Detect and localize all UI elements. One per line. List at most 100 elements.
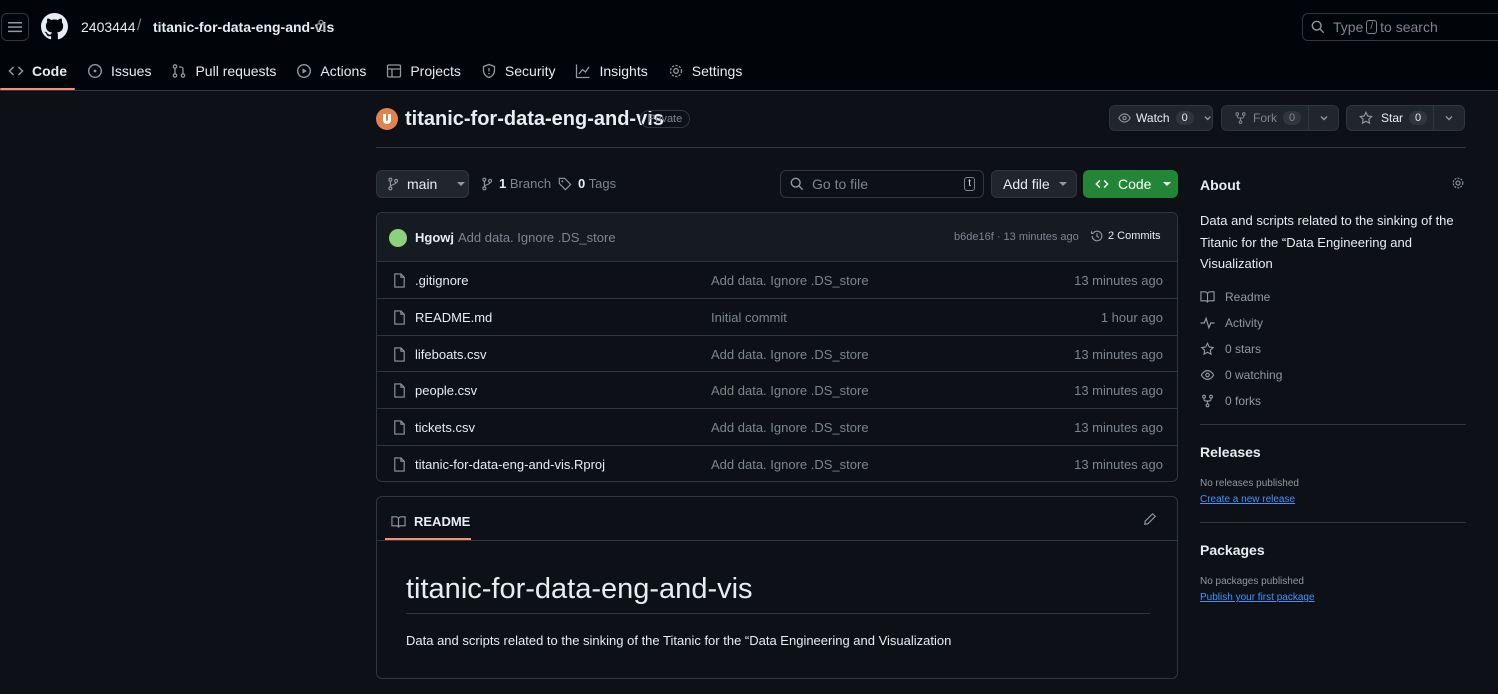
breadcrumb-repo[interactable]: titanic-for-data-eng-and-vis <box>153 19 334 35</box>
global-search[interactable]: Type / to search <box>1302 13 1498 41</box>
file-icon <box>394 457 405 472</box>
releases-heading[interactable]: Releases <box>1200 444 1261 460</box>
star-dropdown-button[interactable] <box>1433 105 1465 131</box>
breadcrumb-owner[interactable]: 2403444 <box>81 19 136 35</box>
repo-tabs: Code Issues Pull requests Actions Projec… <box>0 56 754 91</box>
issue-icon <box>87 63 103 79</box>
github-logo-icon[interactable] <box>41 13 68 40</box>
fork-button[interactable]: Fork 0 <box>1221 105 1309 131</box>
table-row[interactable]: titanic-for-data-eng-and-vis.Rproj Add d… <box>377 446 1177 481</box>
readme-tab[interactable]: README <box>385 505 471 540</box>
table-row[interactable]: lifeboats.csv Add data. Ignore .DS_store… <box>377 336 1177 373</box>
tags-count: 0 <box>578 176 586 191</box>
lock-icon <box>316 19 326 31</box>
pencil-icon[interactable] <box>1143 512 1157 526</box>
branch-selector[interactable]: main <box>376 170 469 198</box>
about-stars-link[interactable]: 0 stars <box>1200 342 1261 356</box>
readme-heading: titanic-for-data-eng-and-vis <box>406 573 753 605</box>
fork-icon <box>1235 112 1246 124</box>
avatar[interactable] <box>389 229 407 247</box>
file-commit-message[interactable]: Add data. Ignore .DS_store <box>711 457 869 472</box>
about-description: Data and scripts related to the sinking … <box>1200 213 1454 271</box>
file-commit-message[interactable]: Add data. Ignore .DS_store <box>711 420 869 435</box>
branch-name: main <box>407 176 438 192</box>
go-to-file-input[interactable]: Go to file t <box>780 170 984 198</box>
tab-insights[interactable]: Insights <box>567 56 655 86</box>
table-row[interactable]: tickets.csv Add data. Ignore .DS_store 1… <box>377 409 1177 446</box>
add-file-button[interactable]: Add file <box>991 170 1077 198</box>
tab-settings[interactable]: Settings <box>660 56 751 86</box>
star-count: 0 <box>1409 111 1428 125</box>
file-commit-time: 13 minutes ago <box>1074 383 1163 399</box>
repo-title[interactable]: titanic-for-data-eng-and-vis <box>405 108 664 131</box>
tab-label: Actions <box>320 63 367 79</box>
file-commit-message[interactable]: Add data. Ignore .DS_store <box>711 347 869 362</box>
table-row[interactable]: people.csv Add data. Ignore .DS_store 13… <box>377 372 1177 410</box>
commit-message[interactable]: Add data. Ignore .DS_store <box>458 230 616 245</box>
gear-icon[interactable] <box>1451 176 1465 190</box>
publish-package-link[interactable]: Publish your first package <box>1200 592 1315 603</box>
about-activity-link[interactable]: Activity <box>1200 316 1263 330</box>
readme-tab-label: README <box>414 514 471 529</box>
eye-icon <box>1118 113 1131 123</box>
create-release-link[interactable]: Create a new release <box>1200 494 1295 505</box>
tab-code[interactable]: Code <box>0 56 75 90</box>
file-name[interactable]: README.md <box>415 310 492 325</box>
fork-icon <box>1202 394 1213 408</box>
file-commit-message[interactable]: Initial commit <box>711 310 787 325</box>
gear-icon <box>669 64 682 78</box>
file-commit-time: 1 hour ago <box>1100 309 1163 325</box>
about-watching-link[interactable]: 0 watching <box>1200 368 1282 382</box>
repo-owner-avatar[interactable] <box>376 108 398 130</box>
sidebar-divider <box>1200 424 1466 425</box>
file-name[interactable]: tickets.csv <box>415 420 475 435</box>
fork-dropdown-button[interactable] <box>1308 105 1339 131</box>
tags-link[interactable]: 0 Tags <box>558 176 616 191</box>
code-button[interactable]: Code <box>1083 170 1178 198</box>
file-commit-time: 13 minutes ago <box>1074 273 1163 288</box>
watch-button[interactable]: Watch 0 <box>1109 105 1213 131</box>
book-icon <box>1200 291 1215 303</box>
file-commit-time: 13 minutes ago <box>1074 420 1163 436</box>
add-file-label: Add file <box>1003 176 1050 192</box>
tab-actions[interactable]: Actions <box>288 56 374 86</box>
commits-link[interactable]: 2 Commits <box>1090 229 1161 243</box>
releases-empty-text: No releases published <box>1200 478 1299 489</box>
readme-divider <box>377 540 1177 541</box>
hamburger-icon <box>8 22 22 33</box>
about-forks-link[interactable]: 0 forks <box>1200 394 1261 408</box>
branches-link[interactable]: 1 Branch <box>481 176 551 191</box>
search-icon <box>790 177 804 191</box>
packages-heading[interactable]: Packages <box>1200 542 1265 558</box>
latest-commit-row: Hgowj Add data. Ignore .DS_store b6de16f… <box>377 213 1177 262</box>
file-name[interactable]: people.csv <box>415 383 477 398</box>
tab-projects[interactable]: Projects <box>378 56 469 86</box>
pull-request-icon <box>173 64 186 78</box>
about-item-label: 0 forks <box>1225 394 1262 408</box>
commit-author[interactable]: Hgowj <box>415 230 454 245</box>
tab-label: Security <box>504 63 556 79</box>
tab-label: Pull requests <box>195 63 277 79</box>
commit-hash-time[interactable]: b6de16f · 13 minutes ago <box>954 231 1079 243</box>
chevron-down-icon <box>1320 116 1327 121</box>
tab-label: Code <box>32 63 67 79</box>
tab-pull-requests[interactable]: Pull requests <box>163 56 284 86</box>
search-icon <box>1311 20 1325 34</box>
readme-body: Data and scripts related to the sinking … <box>406 633 952 648</box>
file-commit-message[interactable]: Add data. Ignore .DS_store <box>711 273 869 288</box>
fork-label: Fork <box>1253 111 1277 125</box>
file-commit-time: 13 minutes ago <box>1074 456 1163 472</box>
about-readme-link[interactable]: Readme <box>1200 290 1270 304</box>
file-name[interactable]: .gitignore <box>415 273 468 288</box>
table-row[interactable]: .gitignore Add data. Ignore .DS_store 13… <box>377 262 1177 299</box>
star-label: Star <box>1381 111 1404 125</box>
file-icon <box>394 346 405 362</box>
tab-issues[interactable]: Issues <box>79 56 159 86</box>
file-name[interactable]: lifeboats.csv <box>415 347 487 362</box>
table-row[interactable]: README.md Initial commit 1 hour ago <box>377 299 1177 336</box>
tab-security[interactable]: Security <box>473 56 564 86</box>
menu-button[interactable] <box>1 13 29 41</box>
star-button[interactable]: Star 0 <box>1346 105 1434 131</box>
file-commit-message[interactable]: Add data. Ignore .DS_store <box>711 383 869 398</box>
file-name[interactable]: titanic-for-data-eng-and-vis.Rproj <box>415 457 605 472</box>
